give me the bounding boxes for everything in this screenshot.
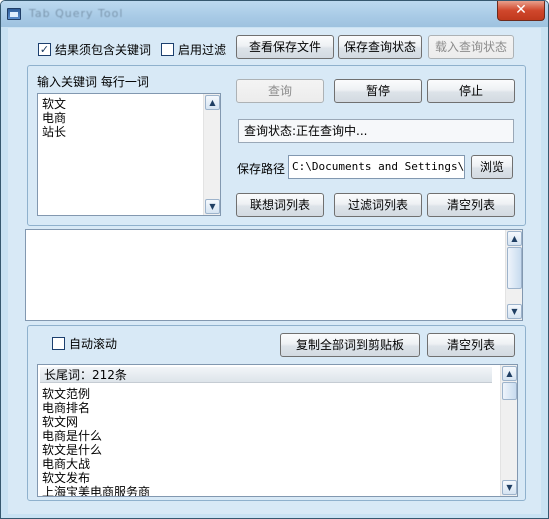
browse-button[interactable]: 浏览 — [471, 155, 513, 179]
log-output-box[interactable]: ▲ ▼ — [25, 229, 523, 321]
app-window: Tab Query Tool ✕ ✓ 结果须包含关键词 启用过滤 查看保存文件 … — [0, 0, 549, 519]
client-area: ✓ 结果须包含关键词 启用过滤 查看保存文件 保存查询状态 载入查询状态 输入关… — [8, 28, 541, 514]
results-list[interactable]: 长尾词：212条 软文范例 电商排名 软文网 电商是什么 软文是什么 电商大战 … — [37, 364, 518, 497]
results-scroll-thumb[interactable] — [502, 382, 517, 400]
must-contain-checkbox[interactable]: ✓ — [38, 42, 51, 56]
query-group: 输入关键词 每行一词 软文 电商 站长 ▲ ▼ 查询 暂停 停止 查询状态:正在… — [27, 65, 526, 226]
scroll-down-icon[interactable]: ▼ — [502, 480, 517, 495]
enable-filter-label: 启用过滤 — [178, 42, 227, 57]
association-list-button[interactable]: 联想词列表 — [236, 193, 324, 217]
result-item[interactable]: 软文发布 — [42, 471, 150, 485]
clear-results-button[interactable]: 清空列表 — [427, 333, 515, 357]
keyword-input-caption: 输入关键词 每行一词 — [37, 75, 149, 89]
scroll-down-icon[interactable]: ▼ — [507, 304, 522, 319]
copy-all-to-clipboard-button[interactable]: 复制全部词到剪贴板 — [280, 333, 420, 357]
stop-button[interactable]: 停止 — [427, 79, 515, 103]
clear-list-button[interactable]: 清空列表 — [427, 193, 515, 217]
save-query-state-button[interactable]: 保存查询状态 — [338, 35, 422, 59]
result-item[interactable]: 软文范例 — [42, 387, 150, 401]
result-item[interactable]: 电商排名 — [42, 401, 150, 415]
result-item[interactable]: 电商是什么 — [42, 429, 150, 443]
result-item[interactable]: 软文网 — [42, 415, 150, 429]
save-path-field[interactable]: C:\Documents and Settings\Adm — [288, 155, 465, 179]
query-status-text: 查询状态:正在查询中... — [238, 119, 514, 143]
keyword-input-box[interactable]: 软文 电商 站长 ▲ ▼ — [37, 93, 221, 216]
enable-filter-option[interactable]: 启用过滤 — [161, 41, 226, 57]
query-button[interactable]: 查询 — [236, 79, 324, 103]
auto-scroll-option[interactable]: 自动滚动 — [52, 335, 117, 351]
results-group: 自动滚动 复制全部词到剪贴板 清空列表 长尾词：212条 软文范例 电商排名 软… — [27, 325, 526, 501]
close-button[interactable]: ✕ — [497, 1, 545, 21]
auto-scroll-label: 自动滚动 — [69, 336, 118, 351]
scroll-up-icon[interactable]: ▲ — [205, 95, 220, 110]
filter-list-button[interactable]: 过滤词列表 — [334, 193, 422, 217]
scroll-down-icon[interactable]: ▼ — [205, 199, 220, 214]
save-path-label: 保存路径 — [237, 162, 286, 176]
auto-scroll-checkbox[interactable] — [52, 336, 65, 350]
result-item[interactable]: 上海宝美电商服务商 — [42, 485, 150, 496]
load-query-state-button[interactable]: 载入查询状态 — [428, 35, 514, 59]
must-contain-keyword-option[interactable]: ✓ 结果须包含关键词 — [38, 41, 151, 57]
results-scrollbar[interactable]: ▲ ▼ — [500, 365, 517, 496]
keyword-scrollbar[interactable]: ▲ ▼ — [203, 94, 220, 215]
pause-button[interactable]: 暂停 — [334, 79, 422, 103]
result-item[interactable]: 软文是什么 — [42, 443, 150, 457]
app-icon — [7, 8, 21, 20]
scroll-up-icon[interactable]: ▲ — [502, 366, 517, 381]
title-bar[interactable]: Tab Query Tool ✕ — [1, 1, 548, 27]
must-contain-label: 结果须包含关键词 — [55, 42, 152, 57]
keyword-line: 电商 — [42, 111, 67, 125]
window-title: Tab Query Tool — [29, 7, 124, 20]
keyword-line: 软文 — [42, 97, 67, 111]
log-scroll-thumb[interactable] — [507, 247, 522, 289]
enable-filter-checkbox[interactable] — [161, 42, 174, 56]
scroll-up-icon[interactable]: ▲ — [507, 231, 522, 246]
keyword-line: 站长 — [42, 125, 67, 139]
results-count-header: 长尾词：212条 — [40, 367, 492, 383]
result-item[interactable]: 电商大战 — [42, 457, 150, 471]
log-scrollbar[interactable]: ▲ ▼ — [505, 230, 522, 320]
view-saved-file-button[interactable]: 查看保存文件 — [236, 35, 334, 59]
